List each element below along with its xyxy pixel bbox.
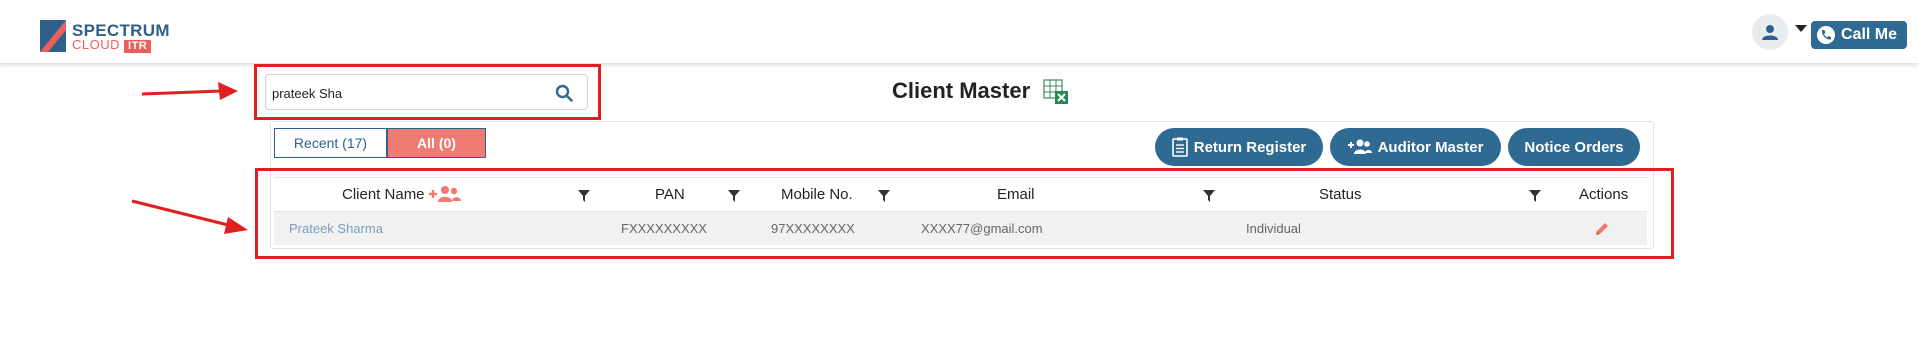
top-header: SPECTRUM CLOUD ITR Call Me	[0, 0, 1919, 63]
add-users-icon	[1347, 139, 1372, 154]
page-title: Client Master	[892, 78, 1031, 103]
logo-mark-icon	[40, 20, 66, 52]
clipboard-icon	[1171, 137, 1188, 157]
user-icon	[1762, 25, 1778, 40]
annotation-box-search	[254, 64, 601, 120]
logo-text-bottom: CLOUD ITR	[72, 37, 152, 53]
notice-orders-label: Notice Orders	[1524, 138, 1624, 156]
user-avatar[interactable]	[1752, 14, 1788, 50]
return-register-label: Return Register	[1193, 138, 1307, 156]
excel-export-icon[interactable]	[1043, 79, 1069, 105]
notice-orders-button[interactable]: Notice Orders	[1508, 128, 1640, 166]
annotation-box-table	[255, 168, 1674, 259]
call-me-label: Call Me	[1841, 26, 1898, 43]
logo-cloud-text: CLOUD	[72, 37, 121, 52]
spectrum-logo[interactable]: SPECTRUM CLOUD ITR	[40, 20, 180, 53]
return-register-button[interactable]: Return Register	[1155, 128, 1323, 166]
call-me-button[interactable]: Call Me	[1811, 21, 1907, 49]
auditor-master-button[interactable]: Auditor Master	[1330, 128, 1501, 166]
phone-icon	[1817, 26, 1835, 44]
tab-all[interactable]: All (0)	[387, 128, 486, 158]
auditor-master-label: Auditor Master	[1377, 138, 1484, 156]
logo-itr-badge: ITR	[124, 40, 152, 53]
annotation-arrow-search	[141, 82, 238, 100]
user-menu-caret-icon[interactable]	[1795, 25, 1807, 32]
tab-recent[interactable]: Recent (17)	[274, 128, 387, 158]
annotation-arrow-table	[131, 199, 248, 234]
